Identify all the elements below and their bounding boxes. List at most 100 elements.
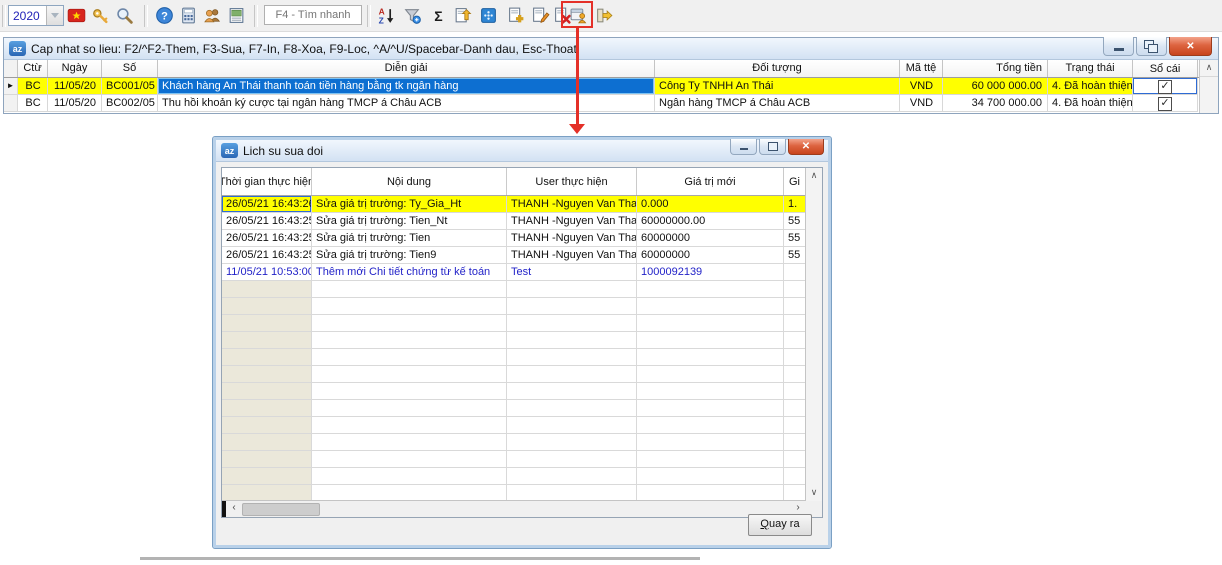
column-header: Đối tượng [655,60,900,77]
column-header: Số [102,60,158,77]
chevron-down-icon[interactable] [46,6,63,25]
help-button[interactable]: ? [152,3,177,28]
column-header: Trạng thái [1048,60,1133,77]
search-button[interactable] [112,3,137,28]
calculator-button[interactable] [176,3,201,28]
calculator-icon [179,6,198,25]
column-header: Thời gian thực hiện [222,168,312,195]
history-empty-row [222,281,806,298]
history-empty-row [222,332,806,349]
close-button[interactable]: ✕ [1169,37,1212,56]
search-icon [115,6,134,25]
sort-az-icon: A Z [377,6,396,25]
exit-button[interactable] [592,3,617,28]
sum-icon: Σ [434,8,442,24]
annotation-arrow-head-icon [569,124,585,134]
history-row[interactable]: 26/05/21 16:43:25 Sửa giá trị trường: Ti… [222,247,806,264]
sort-az-button[interactable]: A Z [374,3,399,28]
key-button[interactable] [88,3,113,28]
minimize-button[interactable] [1103,37,1134,56]
column-header: Diễn giải [158,60,655,77]
dialog-close-button[interactable]: ✕ [788,139,824,155]
history-row[interactable]: 26/05/21 16:43:25 Sửa giá trị trường: Ti… [222,213,806,230]
edit-icon [531,6,550,25]
toolbar: 2020 ? [0,0,1222,32]
history-dialog: az Lich su sua doi ✕ Thời gian thực hiện… [213,137,831,548]
history-row[interactable]: 26/05/21 16:43:25 Sửa giá trị trường: Ti… [222,230,806,247]
scroll-down-icon[interactable]: ∨ [806,485,822,501]
history-row[interactable]: 26/05/21 16:43:26 Sửa giá trị trường: Ty… [222,196,806,213]
scroll-up-icon[interactable]: ∧ [806,168,822,184]
sum-button[interactable]: Σ [426,3,451,28]
add-button[interactable] [504,3,529,28]
history-empty-row [222,434,806,451]
annotation-arrow-line [576,28,579,124]
key-icon [91,6,110,25]
exit-icon [595,6,614,25]
history-empty-row [222,383,806,400]
dialog-titlebar[interactable]: az Lich su sua doi ✕ [216,140,828,162]
filter-button[interactable] [400,3,425,28]
history-empty-row [222,417,806,434]
table-row[interactable]: ► BC 11/05/20 BC001/05 Khách hàng An Thá… [4,78,1200,95]
column-header: User thực hiện [507,168,637,195]
app-icon: az [221,143,238,158]
dialog-horizontal-scrollbar[interactable]: ‹ › [222,500,806,517]
main-table-header: Ctừ Ngày Số Diễn giải Đối tượng Mã ttệ T… [4,60,1200,78]
quick-find-input[interactable] [264,5,362,25]
history-empty-row [222,366,806,383]
history-empty-row [222,298,806,315]
scrollbar-thumb[interactable] [242,503,320,516]
column-header: Giá trị mới [637,168,784,195]
history-empty-row [222,315,806,332]
history-empty-row [222,451,806,468]
history-empty-row [222,400,806,417]
history-row[interactable]: 11/05/21 10:53:00 Thêm mới Chi tiết chứn… [222,264,806,281]
checkbox-checked-icon[interactable]: ✓ [1158,97,1172,111]
quay-ra-button[interactable]: Quay ra [748,514,812,536]
dialog-empty-rows [222,281,806,502]
pivot-icon [479,6,498,25]
main-window-title: Cap nhat so lieu: F2/^F2-Them, F3-Sua, F… [31,42,577,56]
dialog-minimize-button[interactable] [730,139,757,155]
dialog-maximize-button[interactable] [759,139,786,155]
toolbar-grip [367,5,371,27]
column-header: Ngày [48,60,102,77]
export-button[interactable] [450,3,475,28]
checkbox-checked-icon[interactable]: ✓ [1158,80,1172,94]
toolbar-grip [144,5,148,27]
vietnam-flag-icon [67,6,86,25]
main-window-titlebar[interactable]: az Cap nhat so lieu: F2/^F2-Them, F3-Sua… [4,38,1218,60]
column-header: Nội dung [312,168,507,195]
dialog-title: Lich su sua doi [243,144,323,158]
column-header: Gi [784,168,806,195]
restore-button[interactable] [1136,37,1167,56]
scroll-up-icon[interactable]: ∧ [1200,60,1218,77]
annotation-highlight-box [561,1,593,28]
report-button[interactable] [224,3,249,28]
history-table-header: Thời gian thực hiện Nội dung User thực h… [222,168,806,196]
main-window: az Cap nhat so lieu: F2/^F2-Them, F3-Sua… [3,37,1219,114]
export-icon [453,6,472,25]
year-combobox[interactable]: 2020 [8,5,64,26]
scroll-left-icon[interactable]: ‹ [227,501,241,516]
help-icon: ? [155,6,174,25]
users-icon [203,6,222,25]
vietnam-flag-button[interactable] [64,3,89,28]
grid-left-marker [222,501,226,517]
table-row[interactable]: BC 11/05/20 BC002/05 Thu hồi khoản ký cư… [4,95,1200,112]
history-empty-row [222,468,806,485]
vertical-scrollbar[interactable]: ∧ [1199,60,1218,113]
svg-text:?: ? [161,11,168,23]
selected-cell[interactable]: Khách hàng An Thái thanh toán tiền hàng … [158,78,655,95]
main-table: Ctừ Ngày Số Diễn giải Đối tượng Mã ttệ T… [4,60,1200,113]
report-icon [227,6,246,25]
bottom-divider [140,557,700,560]
filter-icon [403,6,422,25]
pivot-button[interactable] [476,3,501,28]
column-header: Tổng tiền [943,60,1048,77]
add-icon [507,6,526,25]
toolbar-grip [2,5,6,27]
users-button[interactable] [200,3,225,28]
dialog-vertical-scrollbar[interactable]: ∧ ∨ [805,168,822,501]
